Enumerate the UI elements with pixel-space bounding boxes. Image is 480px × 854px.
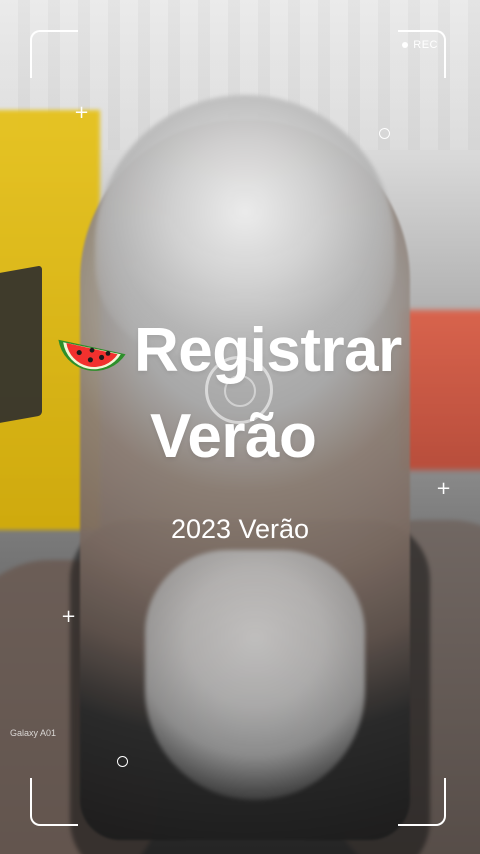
title-line-2: Verão — [150, 394, 452, 480]
dark-sign-background — [0, 265, 42, 425]
title-text-line-2: Verão — [150, 402, 317, 471]
person-beard — [145, 550, 365, 800]
overlay-title: Registrar Verão — [52, 308, 452, 480]
title-text-line-1: Registrar — [134, 316, 402, 385]
watermelon-icon — [58, 339, 126, 371]
title-line-1: Registrar — [52, 308, 452, 394]
background-device-label: Galaxy A01 — [10, 728, 57, 738]
overlay-subtitle: 2023 Verão — [170, 514, 310, 544]
